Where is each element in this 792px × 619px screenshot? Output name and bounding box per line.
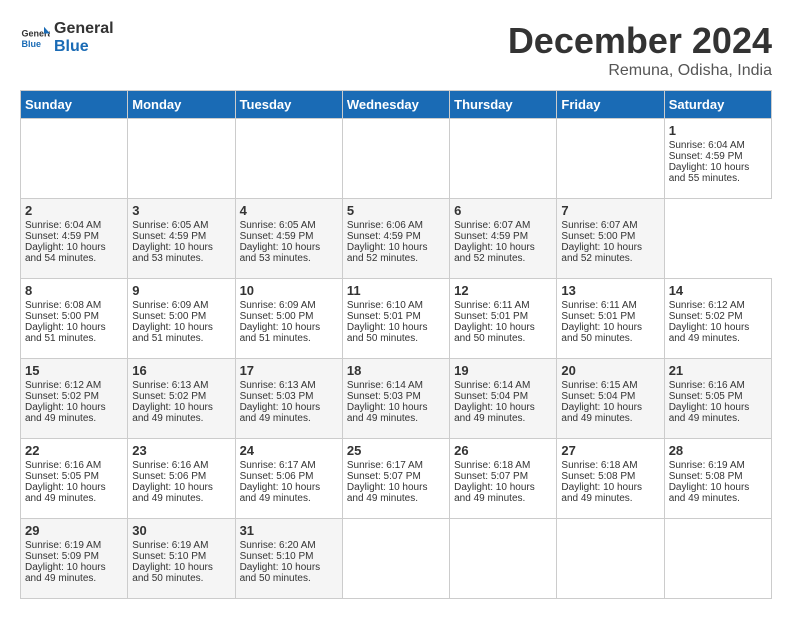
title-area: December 2024 Remuna, Odisha, India — [508, 20, 772, 80]
logo-text-general: General — [54, 20, 114, 38]
header-thursday: Thursday — [450, 91, 557, 119]
day-number: 5 — [347, 203, 445, 218]
day-cell-8: 8Sunrise: 6:08 AMSunset: 5:00 PMDaylight… — [21, 279, 128, 359]
day-cell-18: 18Sunrise: 6:14 AMSunset: 5:03 PMDayligh… — [342, 359, 449, 439]
day-cell-25: 25Sunrise: 6:17 AMSunset: 5:07 PMDayligh… — [342, 439, 449, 519]
day-number: 1 — [669, 123, 767, 138]
day-cell-24: 24Sunrise: 6:17 AMSunset: 5:06 PMDayligh… — [235, 439, 342, 519]
day-cell-30: 30Sunrise: 6:19 AMSunset: 5:10 PMDayligh… — [128, 519, 235, 599]
day-cell-7: 7Sunrise: 6:07 AMSunset: 5:00 PMDaylight… — [557, 199, 664, 279]
day-cell-27: 27Sunrise: 6:18 AMSunset: 5:08 PMDayligh… — [557, 439, 664, 519]
week-row-5: 22Sunrise: 6:16 AMSunset: 5:05 PMDayligh… — [21, 439, 772, 519]
empty-cell — [342, 119, 449, 199]
day-cell-14: 14Sunrise: 6:12 AMSunset: 5:02 PMDayligh… — [664, 279, 771, 359]
day-number: 27 — [561, 443, 659, 458]
day-cell-9: 9Sunrise: 6:09 AMSunset: 5:00 PMDaylight… — [128, 279, 235, 359]
day-cell-26: 26Sunrise: 6:18 AMSunset: 5:07 PMDayligh… — [450, 439, 557, 519]
day-number: 24 — [240, 443, 338, 458]
calendar-header-row: SundayMondayTuesdayWednesdayThursdayFrid… — [21, 91, 772, 119]
day-number: 12 — [454, 283, 552, 298]
day-number: 16 — [132, 363, 230, 378]
day-cell-5: 5Sunrise: 6:06 AMSunset: 4:59 PMDaylight… — [342, 199, 449, 279]
day-cell-20: 20Sunrise: 6:15 AMSunset: 5:04 PMDayligh… — [557, 359, 664, 439]
day-number: 14 — [669, 283, 767, 298]
empty-cell — [557, 119, 664, 199]
day-number: 26 — [454, 443, 552, 458]
day-number: 31 — [240, 523, 338, 538]
day-cell-3: 3Sunrise: 6:05 AMSunset: 4:59 PMDaylight… — [128, 199, 235, 279]
day-number: 11 — [347, 283, 445, 298]
logo: General Blue General Blue — [20, 20, 114, 55]
day-cell-17: 17Sunrise: 6:13 AMSunset: 5:03 PMDayligh… — [235, 359, 342, 439]
day-number: 8 — [25, 283, 123, 298]
day-cell-16: 16Sunrise: 6:13 AMSunset: 5:02 PMDayligh… — [128, 359, 235, 439]
empty-cell — [450, 519, 557, 599]
day-cell-10: 10Sunrise: 6:09 AMSunset: 5:00 PMDayligh… — [235, 279, 342, 359]
day-cell-6: 6Sunrise: 6:07 AMSunset: 4:59 PMDaylight… — [450, 199, 557, 279]
logo-icon: General Blue — [20, 23, 50, 53]
day-number: 21 — [669, 363, 767, 378]
day-number: 6 — [454, 203, 552, 218]
day-cell-19: 19Sunrise: 6:14 AMSunset: 5:04 PMDayligh… — [450, 359, 557, 439]
header-saturday: Saturday — [664, 91, 771, 119]
day-cell-11: 11Sunrise: 6:10 AMSunset: 5:01 PMDayligh… — [342, 279, 449, 359]
header-wednesday: Wednesday — [342, 91, 449, 119]
header-friday: Friday — [557, 91, 664, 119]
day-cell-12: 12Sunrise: 6:11 AMSunset: 5:01 PMDayligh… — [450, 279, 557, 359]
day-number: 10 — [240, 283, 338, 298]
day-number: 2 — [25, 203, 123, 218]
day-number: 23 — [132, 443, 230, 458]
empty-cell — [235, 119, 342, 199]
day-cell-1: 1Sunrise: 6:04 AMSunset: 4:59 PMDaylight… — [664, 119, 771, 199]
day-cell-15: 15Sunrise: 6:12 AMSunset: 5:02 PMDayligh… — [21, 359, 128, 439]
day-cell-29: 29Sunrise: 6:19 AMSunset: 5:09 PMDayligh… — [21, 519, 128, 599]
day-cell-2: 2Sunrise: 6:04 AMSunset: 4:59 PMDaylight… — [21, 199, 128, 279]
day-number: 15 — [25, 363, 123, 378]
day-number: 20 — [561, 363, 659, 378]
day-cell-13: 13Sunrise: 6:11 AMSunset: 5:01 PMDayligh… — [557, 279, 664, 359]
day-cell-22: 22Sunrise: 6:16 AMSunset: 5:05 PMDayligh… — [21, 439, 128, 519]
day-number: 28 — [669, 443, 767, 458]
week-row-2: 2Sunrise: 6:04 AMSunset: 4:59 PMDaylight… — [21, 199, 772, 279]
day-number: 19 — [454, 363, 552, 378]
day-number: 9 — [132, 283, 230, 298]
week-row-6: 29Sunrise: 6:19 AMSunset: 5:09 PMDayligh… — [21, 519, 772, 599]
header-sunday: Sunday — [21, 91, 128, 119]
day-cell-31: 31Sunrise: 6:20 AMSunset: 5:10 PMDayligh… — [235, 519, 342, 599]
header: General Blue General Blue December 2024 … — [20, 20, 772, 80]
logo-text-blue: Blue — [54, 38, 114, 56]
day-number: 13 — [561, 283, 659, 298]
day-number: 29 — [25, 523, 123, 538]
week-row-4: 15Sunrise: 6:12 AMSunset: 5:02 PMDayligh… — [21, 359, 772, 439]
empty-cell — [342, 519, 449, 599]
day-number: 17 — [240, 363, 338, 378]
day-number: 30 — [132, 523, 230, 538]
empty-cell — [450, 119, 557, 199]
empty-cell — [128, 119, 235, 199]
month-title: December 2024 — [508, 20, 772, 62]
svg-text:Blue: Blue — [22, 39, 42, 49]
week-row-3: 8Sunrise: 6:08 AMSunset: 5:00 PMDaylight… — [21, 279, 772, 359]
calendar-table: SundayMondayTuesdayWednesdayThursdayFrid… — [20, 90, 772, 599]
day-cell-23: 23Sunrise: 6:16 AMSunset: 5:06 PMDayligh… — [128, 439, 235, 519]
day-number: 3 — [132, 203, 230, 218]
day-cell-28: 28Sunrise: 6:19 AMSunset: 5:08 PMDayligh… — [664, 439, 771, 519]
day-cell-21: 21Sunrise: 6:16 AMSunset: 5:05 PMDayligh… — [664, 359, 771, 439]
header-tuesday: Tuesday — [235, 91, 342, 119]
day-number: 4 — [240, 203, 338, 218]
location: Remuna, Odisha, India — [508, 62, 772, 80]
week-row-1: 1Sunrise: 6:04 AMSunset: 4:59 PMDaylight… — [21, 119, 772, 199]
header-monday: Monday — [128, 91, 235, 119]
empty-cell — [21, 119, 128, 199]
day-number: 22 — [25, 443, 123, 458]
day-cell-4: 4Sunrise: 6:05 AMSunset: 4:59 PMDaylight… — [235, 199, 342, 279]
day-number: 7 — [561, 203, 659, 218]
empty-cell — [664, 519, 771, 599]
day-number: 18 — [347, 363, 445, 378]
empty-cell — [557, 519, 664, 599]
day-number: 25 — [347, 443, 445, 458]
